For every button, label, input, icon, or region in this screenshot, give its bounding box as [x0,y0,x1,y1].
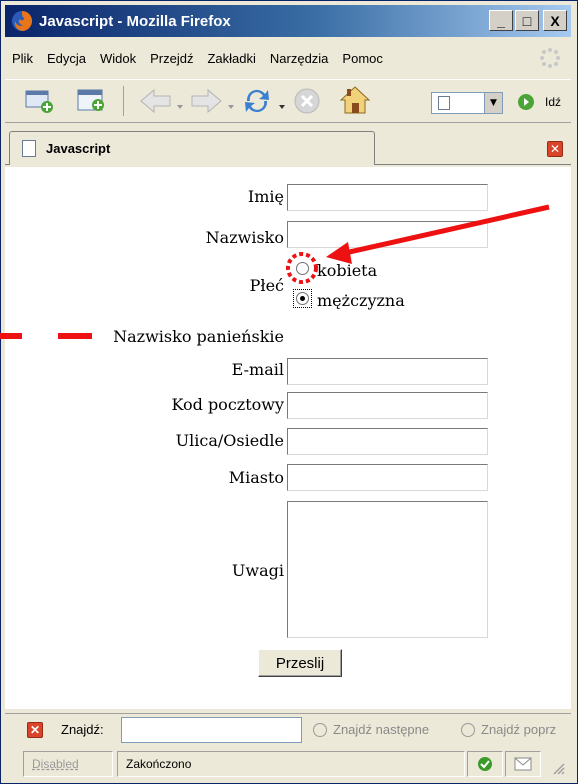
back-dropdown-icon[interactable] [176,96,184,115]
title-bar: Javascript - Mozilla Firefox _ □ X [5,5,571,37]
forward-arrow-icon[interactable] [189,88,223,118]
page-icon [438,96,450,110]
street-label: Ulica/Osiedle [175,431,284,450]
new-window-icon[interactable] [25,88,55,118]
city-label: Miasto [228,468,284,487]
navigation-toolbar: ▼ Idź [5,79,571,123]
firefox-icon [11,10,33,32]
toolbar-separator [123,86,124,116]
gender-label: Płeć [249,276,284,295]
last-name-label: Nazwisko [205,228,284,247]
maiden-name-label: Nazwisko panieńskie [113,327,284,346]
maximize-button[interactable]: □ [515,10,539,31]
menu-bar: Plik Edycja Widok Przejdź Zakładki Narzę… [5,41,571,75]
back-arrow-icon[interactable] [139,88,173,118]
status-panel: Zakończono [117,751,465,777]
document-icon [22,140,36,157]
status-text: Zakończono [126,757,192,771]
radio-female-label: kobieta [317,261,378,280]
submit-button[interactable]: Przeslij [258,649,342,677]
go-label[interactable]: Idź [545,95,561,109]
close-button[interactable]: X [543,10,567,31]
email-label: E-mail [231,360,284,379]
home-icon[interactable] [339,85,371,119]
url-dropdown-icon[interactable]: ▼ [484,93,502,113]
postal-code-label: Kod pocztowy [171,395,284,414]
notes-textarea[interactable] [287,501,488,638]
notes-label: Uwagi [231,561,284,580]
radio-male-label: mężczyzna [317,291,405,310]
find-previous-label: Znajdź poprz [481,722,557,737]
radio-male[interactable] [296,292,309,305]
mail-status-panel[interactable] [505,751,541,777]
new-tab-icon[interactable] [77,88,107,118]
security-status-panel[interactable] [467,751,503,777]
throbber-icon [539,47,561,69]
reload-icon[interactable] [241,85,273,121]
find-bar: ✕ Znajdź: Znajdź następne Znajdź poprz [5,713,571,745]
city-input[interactable] [287,464,488,491]
browser-window: Javascript - Mozilla Firefox _ □ X Plik … [0,0,578,784]
minimize-button[interactable]: _ [489,10,513,31]
window-controls: _ □ X [489,10,567,31]
status-bar: Disabled Zakończono [5,749,571,781]
postal-code-input[interactable] [287,392,488,419]
find-label: Znajdź: [61,722,104,737]
go-icon[interactable] [517,93,535,115]
url-bar[interactable]: ▼ [431,92,503,114]
find-next-button[interactable]: Znajdź następne [313,722,429,737]
find-previous-button[interactable]: Znajdź poprz [461,722,556,737]
disabled-label: Disabled [32,757,79,771]
find-close-icon[interactable]: ✕ [27,722,43,738]
menu-pomoc[interactable]: Pomoc [342,51,382,66]
email-input[interactable] [287,358,488,385]
forward-dropdown-icon[interactable] [227,96,235,115]
reload-dropdown-icon[interactable] [278,96,286,115]
mail-icon [514,757,532,771]
menu-widok[interactable]: Widok [100,51,136,66]
menu-narzedzia[interactable]: Narzędzia [270,51,329,66]
window-title: Javascript - Mozilla Firefox [39,12,231,30]
page-content: Imię Nazwisko Płeć kobieta mężczyzna Naz… [5,167,571,709]
find-input[interactable] [121,717,302,743]
last-name-input[interactable] [287,221,488,248]
first-name-input[interactable] [287,184,488,211]
tab-title: Javascript [46,141,111,156]
menu-plik[interactable]: Plik [12,51,33,66]
find-next-label: Znajdź następne [333,722,430,737]
first-name-label: Imię [247,187,284,206]
menu-przejdz[interactable]: Przejdź [150,51,193,66]
menu-edycja[interactable]: Edycja [47,51,86,66]
menu-zakladki[interactable]: Zakładki [207,51,255,66]
stop-icon[interactable] [293,87,321,119]
resize-grip-icon[interactable] [551,761,565,778]
tab-javascript[interactable]: Javascript [9,131,375,165]
tab-bar: Javascript ✕ [5,127,571,165]
chevron-up-icon [461,722,475,737]
chevron-down-icon [313,722,327,737]
disabled-panel[interactable]: Disabled [23,751,113,777]
checkmark-icon [478,757,492,771]
street-input[interactable] [287,428,488,455]
close-tab-icon[interactable]: ✕ [547,141,563,157]
radio-female[interactable] [296,262,309,275]
